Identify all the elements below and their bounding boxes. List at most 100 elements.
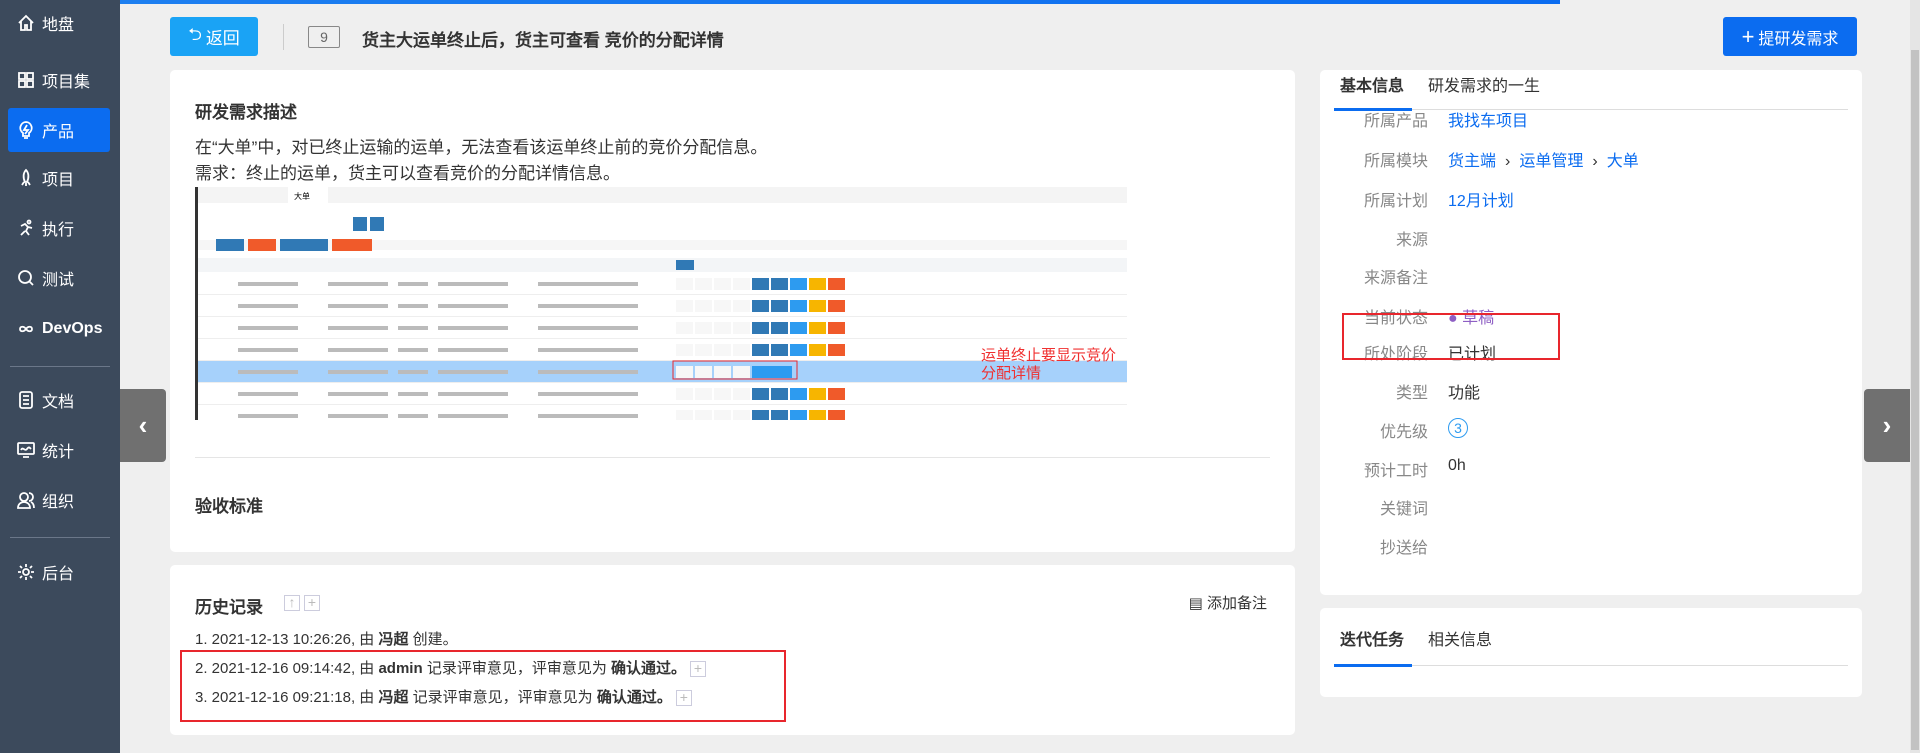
- description-line: 需求：终止的运单，货主可以查看竞价的分配详情信息。: [195, 164, 620, 183]
- mock-action: [714, 410, 731, 420]
- mock-cell: [398, 348, 428, 352]
- mock-select: [246, 217, 326, 233]
- highlight-box: [180, 650, 786, 722]
- mock-action: [714, 300, 731, 312]
- next-story-button[interactable]: ›: [1864, 389, 1910, 462]
- prev-story-button[interactable]: ‹: [120, 389, 166, 462]
- mock-cell: [538, 414, 638, 418]
- mock-cell: [238, 304, 298, 308]
- mock-cell: [238, 326, 298, 330]
- mock-action: [790, 388, 807, 400]
- mock-cell: [238, 392, 298, 396]
- mock-cell: [398, 304, 428, 308]
- mock-reset-btn: [370, 217, 384, 231]
- mock-cell: [328, 370, 388, 374]
- sidebar-item-programs[interactable]: 项目集: [8, 58, 110, 102]
- sidebar-item-execution[interactable]: 执行: [8, 206, 110, 250]
- sidebar-item-admin[interactable]: 后台: [8, 550, 110, 594]
- info-row: 预计工时 0h: [1320, 457, 1862, 480]
- priority-badge: 3: [1448, 418, 1468, 438]
- scrollbar-thumb[interactable]: [1911, 50, 1919, 750]
- mock-action: [695, 300, 712, 312]
- mock-action: [828, 344, 845, 356]
- info-row: 来源备注: [1320, 264, 1862, 287]
- tab-story-lifecycle[interactable]: 研发需求的一生: [1428, 72, 1540, 96]
- module-link[interactable]: 货主端: [1448, 153, 1496, 170]
- info-value[interactable]: 我找车项目: [1448, 113, 1528, 130]
- info-row: 类型 功能: [1320, 379, 1862, 402]
- mock-action: [733, 366, 750, 378]
- run-icon: [20, 219, 33, 236]
- sidebar-item-docs[interactable]: 文档: [8, 378, 110, 422]
- mock-cell: [438, 392, 508, 396]
- divider: [195, 457, 1270, 458]
- info-row: 所属模块 货主端 › 运单管理 › 大单: [1320, 147, 1862, 170]
- mock-action: [828, 388, 845, 400]
- mock-action: [790, 300, 807, 312]
- mock-action: [828, 410, 845, 420]
- users-icon: [17, 492, 35, 509]
- mock-action: [733, 410, 750, 420]
- mock-cell: [438, 326, 508, 330]
- info-row: 来源: [1320, 226, 1862, 249]
- mock-action: [752, 388, 769, 400]
- home-icon: [18, 14, 34, 31]
- back-button[interactable]: ⮌ 返回: [170, 17, 258, 56]
- tab-iteration-tasks[interactable]: 迭代任务: [1340, 626, 1404, 650]
- mock-cell: [238, 282, 298, 286]
- mock-cell: [398, 392, 428, 396]
- mock-action: [714, 278, 731, 290]
- screenshot-annotation: 运单终止要显示竞价分配详情: [981, 347, 1117, 382]
- mock-action: [676, 366, 693, 378]
- module-link[interactable]: 运单管理: [1519, 153, 1583, 170]
- undo-icon: ⮌: [188, 25, 202, 44]
- mock-cell: [328, 326, 388, 330]
- info-row: 抄送给: [1320, 534, 1862, 557]
- sidebar-item-project[interactable]: 项目: [8, 156, 110, 200]
- divider: [283, 24, 284, 50]
- mock-cell: [538, 392, 638, 396]
- infinity-icon: [19, 325, 33, 333]
- mock-cell: [538, 348, 638, 352]
- tab-related-info[interactable]: 相关信息: [1428, 626, 1492, 650]
- mock-action: [676, 344, 693, 356]
- mock-cell: [538, 282, 638, 286]
- info-value: 0h: [1448, 457, 1466, 474]
- mock-cell: [238, 414, 298, 418]
- mock-row-line: [198, 404, 1127, 405]
- sidebar-item-test[interactable]: 测试: [8, 256, 110, 300]
- sidebar-item-product[interactable]: 产品: [8, 108, 110, 152]
- sort-up-icon[interactable]: ↑: [284, 595, 300, 611]
- module-link[interactable]: 大单: [1607, 153, 1639, 170]
- mock-btn: [676, 260, 694, 270]
- mock-btn: [216, 239, 244, 251]
- new-story-button[interactable]: + 提研发需求: [1723, 17, 1857, 56]
- mock-action: [771, 278, 788, 290]
- tab-basic-info[interactable]: 基本信息: [1340, 72, 1404, 96]
- active-tab-indicator: [1334, 664, 1412, 667]
- sidebar-divider: [10, 537, 110, 538]
- gear-icon: [18, 564, 34, 580]
- info-label: 所属模块: [1363, 153, 1428, 170]
- add-note-button[interactable]: ▤ 添加备注: [1189, 592, 1267, 613]
- info-value[interactable]: 12月计划: [1448, 193, 1514, 210]
- mock-cell: [438, 414, 508, 418]
- info-row: 优先级 3: [1320, 418, 1862, 441]
- mock-row-line: [198, 338, 1127, 339]
- screenshot-graphic: 大单: [198, 187, 1127, 420]
- mock-action: [752, 278, 769, 290]
- mock-action: [676, 300, 693, 312]
- mock-action: [790, 344, 807, 356]
- expand-all-icon[interactable]: +: [304, 595, 320, 611]
- sidebar-item-dashboard[interactable]: 地盘: [8, 1, 110, 45]
- mock-action: [695, 322, 712, 334]
- sidebar-item-stats[interactable]: 统计: [8, 428, 110, 472]
- sidebar-item-org[interactable]: 组织: [8, 478, 110, 522]
- rocket-icon: [21, 168, 31, 186]
- sidebar: 地盘 项目集 产品 项目 执行 测试 DevOps 文档 统计 组织 后台: [0, 0, 120, 753]
- mock-action: [752, 300, 769, 312]
- sidebar-item-devops[interactable]: DevOps: [8, 307, 110, 351]
- mock-action: [809, 322, 826, 334]
- history-entry: 1. 2021-12-13 10:26:26, 由 冯超 创建。: [195, 631, 458, 648]
- doc-icon: [19, 391, 33, 409]
